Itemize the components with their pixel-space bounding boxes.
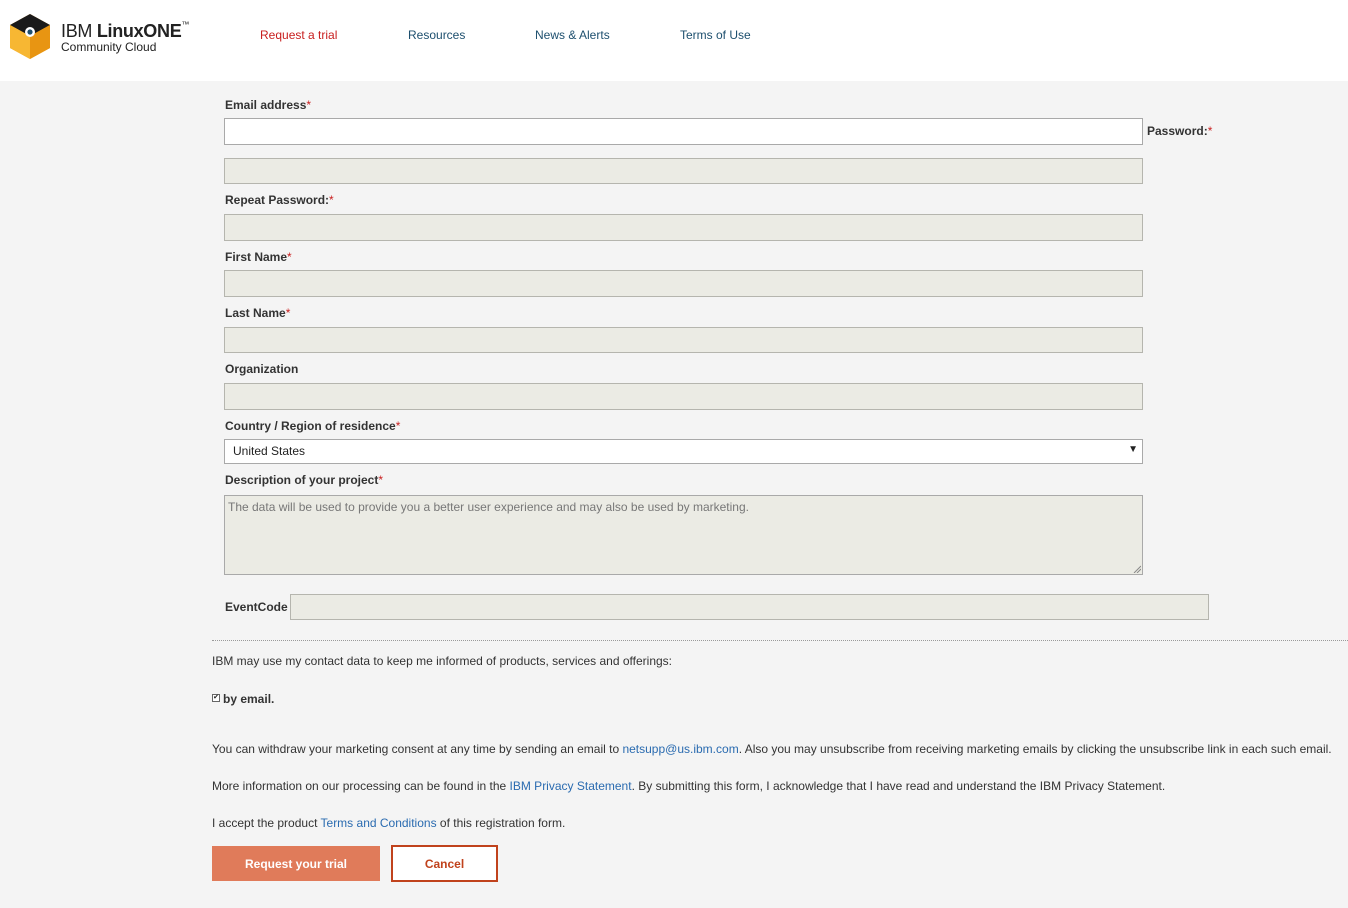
terms-text-start: I accept the product (212, 816, 321, 830)
event-code-label: EventCode (225, 600, 288, 614)
first-name-label-text: First Name (225, 250, 288, 264)
repeat-password-label-text: Repeat Password: (225, 193, 330, 207)
consent-intro: IBM may use my contact data to keep me i… (212, 654, 672, 668)
nav-resources[interactable]: Resources (408, 28, 465, 42)
email-field[interactable] (224, 118, 1143, 145)
withdraw-text-start: You can withdraw your marketing consent … (212, 742, 623, 756)
required-mark: * (285, 306, 291, 320)
terms-conditions-link[interactable]: Terms and Conditions (321, 816, 437, 830)
brand-subtitle: Community Cloud (61, 40, 157, 54)
nav-terms-of-use[interactable]: Terms of Use (680, 28, 751, 42)
terms-acceptance-text: I accept the product Terms and Condition… (212, 816, 565, 830)
linuxone-logo-icon[interactable] (8, 12, 52, 60)
privacy-text-end: . By submitting this form, I acknowledge… (631, 779, 1166, 793)
password-label-text: Password: (1147, 124, 1208, 138)
country-select[interactable]: United States ▼ (224, 439, 1143, 464)
required-mark: * (378, 473, 384, 487)
cancel-button[interactable]: Cancel (391, 845, 498, 882)
section-divider (212, 640, 1348, 641)
required-mark: * (395, 419, 401, 433)
country-label-text: Country / Region of residence (225, 419, 396, 433)
repeat-password-field[interactable] (224, 214, 1143, 241)
privacy-text: More information on our processing can b… (212, 779, 1165, 793)
country-selected-value: United States (233, 444, 306, 458)
privacy-text-start: More information on our processing can b… (212, 779, 510, 793)
brand-product: LinuxONE (96, 21, 182, 41)
terms-text-end: of this registration form. (436, 816, 566, 830)
password-label: Password:* (1147, 124, 1212, 138)
request-trial-button[interactable]: Request your trial (212, 846, 380, 881)
description-label: Description of your project* (225, 473, 383, 487)
privacy-statement-link[interactable]: IBM Privacy Statement (510, 779, 632, 793)
organization-label: Organization (225, 362, 299, 376)
support-email-link[interactable]: netsupp@us.ibm.com (622, 742, 738, 756)
trademark-symbol: ™ (181, 20, 190, 29)
email-label: Email address* (225, 98, 311, 112)
by-email-checkbox[interactable]: ✔ (212, 694, 220, 702)
last-name-field[interactable] (224, 327, 1143, 353)
email-label-text: Email address (225, 98, 307, 112)
site-header: IBM LinuxONE™ Community Cloud Request a … (0, 0, 1348, 81)
description-placeholder: The data will be used to provide you a b… (228, 500, 749, 514)
chevron-down-icon: ▼ (1128, 444, 1138, 455)
nav-request-trial[interactable]: Request a trial (260, 28, 337, 42)
first-name-field[interactable] (224, 270, 1143, 297)
nav-news-alerts[interactable]: News & Alerts (535, 28, 610, 42)
required-mark: * (306, 98, 312, 112)
checkmark-icon: ✔ (213, 694, 219, 701)
last-name-label-text: Last Name (225, 306, 286, 320)
country-label: Country / Region of residence* (225, 419, 400, 433)
by-email-label[interactable]: by email. (223, 692, 274, 706)
required-mark: * (287, 250, 292, 264)
event-code-field[interactable] (290, 594, 1209, 620)
organization-field[interactable] (224, 383, 1143, 410)
required-mark: * (329, 193, 334, 207)
brand-ibm: IBM (61, 21, 97, 41)
description-label-text: Description of your project (225, 473, 379, 487)
withdraw-text-end: . Also you may unsubscribe from receivin… (738, 742, 1332, 756)
password-field[interactable] (224, 158, 1143, 184)
repeat-password-label: Repeat Password:* (225, 193, 334, 207)
withdraw-consent-text: You can withdraw your marketing consent … (212, 742, 1332, 756)
last-name-label: Last Name* (225, 306, 290, 320)
required-mark: * (1207, 124, 1213, 138)
description-textarea[interactable]: The data will be used to provide you a b… (224, 495, 1143, 575)
brand-name: IBM LinuxONE™ Community Cloud (61, 20, 190, 54)
resize-grip-icon[interactable] (1133, 565, 1141, 573)
first-name-label: First Name* (225, 250, 292, 264)
